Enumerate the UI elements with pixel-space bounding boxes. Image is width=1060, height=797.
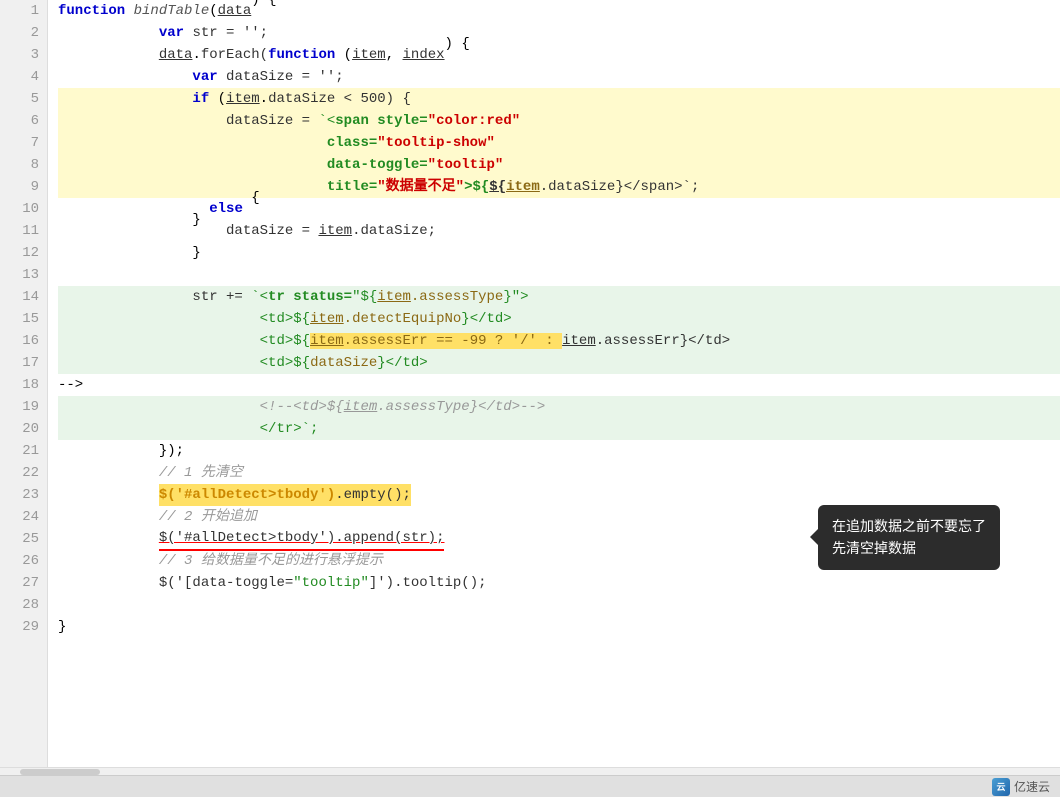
- code-line-27: [58, 594, 1060, 616]
- code-line-3: data.forEach(function (item, index) {: [58, 44, 1060, 66]
- tooltip-line1: 在追加数据之前不要忘了: [832, 515, 986, 537]
- code-line-2: var str = '';: [58, 22, 1060, 44]
- code-line-4: var dataSize = '';: [58, 66, 1060, 88]
- code-line-21: // 1 先清空: [58, 462, 1060, 484]
- horizontal-scrollbar[interactable]: [0, 767, 1060, 775]
- logo-text: 亿速云: [1014, 778, 1050, 795]
- code-content: function bindTable(data) { var str = '';…: [48, 0, 1060, 775]
- bottom-bar: 云 亿速云: [0, 775, 1060, 797]
- code-line-11: dataSize = item.dataSize;: [58, 220, 1060, 242]
- logo-icon: 云: [992, 778, 1010, 796]
- code-line-1: function bindTable(data) {: [58, 0, 1060, 22]
- tooltip-line2: 先清空掉数据: [832, 537, 986, 559]
- code-line-26: $('[data-toggle="tooltip"]').tooltip();: [58, 572, 1060, 594]
- tooltip-popup: 在追加数据之前不要忘了 先清空掉数据: [818, 505, 1000, 570]
- code-line-28: }: [58, 616, 1060, 638]
- code-line-22: $('#allDetect>tbody').empty();: [58, 484, 1060, 506]
- logo: 云 亿速云: [992, 778, 1050, 796]
- code-line-13: [58, 264, 1060, 286]
- line-numbers: 12345 678910 1112131415 1617181920 21222…: [0, 0, 48, 775]
- code-line-19: </tr>`;: [58, 418, 1060, 440]
- logo-icon-text: 云: [996, 780, 1005, 793]
- code-line-17: <td>${dataSize}</td>: [58, 352, 1060, 374]
- code-line-29: [58, 638, 1060, 660]
- code-editor: 12345 678910 1112131415 1617181920 21222…: [0, 0, 1060, 797]
